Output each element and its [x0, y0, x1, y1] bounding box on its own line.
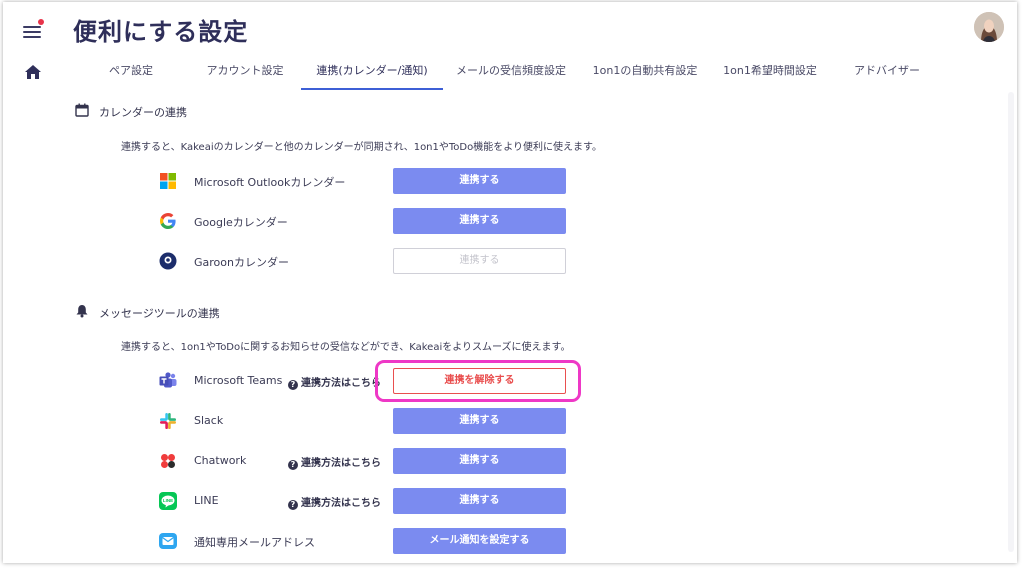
line-help-link[interactable]: ? 連携方法はこちら — [288, 494, 381, 510]
service-name: 通知専用メールアドレス — [194, 536, 315, 549]
messaging-section-description: 連携すると、1on1やToDoに関するお知らせの受信などができ、Kakeaiをよ… — [121, 342, 571, 353]
line-logo-icon: LINE — [159, 492, 177, 510]
service-name: Slack — [194, 414, 224, 427]
tab-advisor[interactable]: アドバイザー — [837, 60, 937, 90]
service-name: Garoonカレンダー — [194, 256, 289, 269]
tab-preferred-time[interactable]: 1on1希望時間設定 — [717, 60, 823, 90]
question-circle-icon: ? — [288, 500, 298, 510]
calendar-icon — [75, 103, 89, 117]
page-title: 便利にする設定 — [73, 18, 249, 46]
tab-mail-frequency[interactable]: メールの受信頻度設定 — [451, 60, 571, 90]
set-email-notification-button[interactable]: メール通知を設定する — [393, 528, 566, 554]
slack-logo-icon — [160, 413, 176, 429]
user-avatar[interactable] — [974, 12, 1004, 42]
chatwork-help-link[interactable]: ? 連携方法はこちら — [288, 454, 381, 470]
question-circle-icon: ? — [288, 460, 298, 470]
google-logo-icon — [160, 213, 176, 229]
connect-garoon-button[interactable]: 連携する — [393, 248, 566, 274]
connect-line-button[interactable]: 連携する — [393, 488, 566, 514]
chatwork-logo-icon — [161, 454, 175, 468]
bell-icon — [76, 305, 88, 318]
service-name: LINE — [194, 494, 219, 507]
tab-pair-settings[interactable]: ペア設定 — [91, 60, 171, 90]
service-name: Chatwork — [194, 454, 247, 467]
highlight-annotation — [375, 360, 581, 402]
scrollbar[interactable] — [1008, 92, 1014, 552]
question-circle-icon: ? — [288, 380, 298, 390]
teams-help-link[interactable]: ? 連携方法はこちら — [288, 374, 381, 390]
calendar-section-description: 連携すると、Kakeaiのカレンダーと他のカレンダーが同期され、1on1やToD… — [121, 142, 603, 153]
microsoft-teams-logo-icon — [159, 372, 177, 388]
connect-slack-button[interactable]: 連携する — [393, 408, 566, 434]
messaging-section-label: メッセージツールの連携 — [99, 307, 220, 320]
home-icon[interactable] — [24, 64, 42, 80]
microsoft-logo-icon — [160, 173, 176, 189]
service-name: Microsoft Teams — [194, 374, 283, 387]
tab-integrations[interactable]: 連携(カレンダー/通知) — [301, 60, 443, 90]
garoon-logo-icon — [159, 252, 177, 270]
svg-text:LINE: LINE — [163, 498, 173, 503]
notification-dot — [38, 19, 44, 25]
mail-icon — [159, 533, 177, 549]
connect-outlook-button[interactable]: 連携する — [393, 168, 566, 194]
connect-chatwork-button[interactable]: 連携する — [393, 448, 566, 474]
app-window: 便利にする設定 ペア設定 アカウント設定 連携(カレンダー/通知) メールの受信… — [3, 2, 1017, 563]
calendar-section-label: カレンダーの連携 — [99, 106, 187, 119]
hamburger-menu-icon[interactable] — [23, 19, 44, 39]
service-name: Googleカレンダー — [194, 216, 288, 229]
tab-auto-share[interactable]: 1on1の自動共有設定 — [589, 60, 701, 90]
connect-google-button[interactable]: 連携する — [393, 208, 566, 234]
service-name: Microsoft Outlookカレンダー — [194, 176, 346, 189]
tab-account-settings[interactable]: アカウント設定 — [189, 60, 301, 90]
